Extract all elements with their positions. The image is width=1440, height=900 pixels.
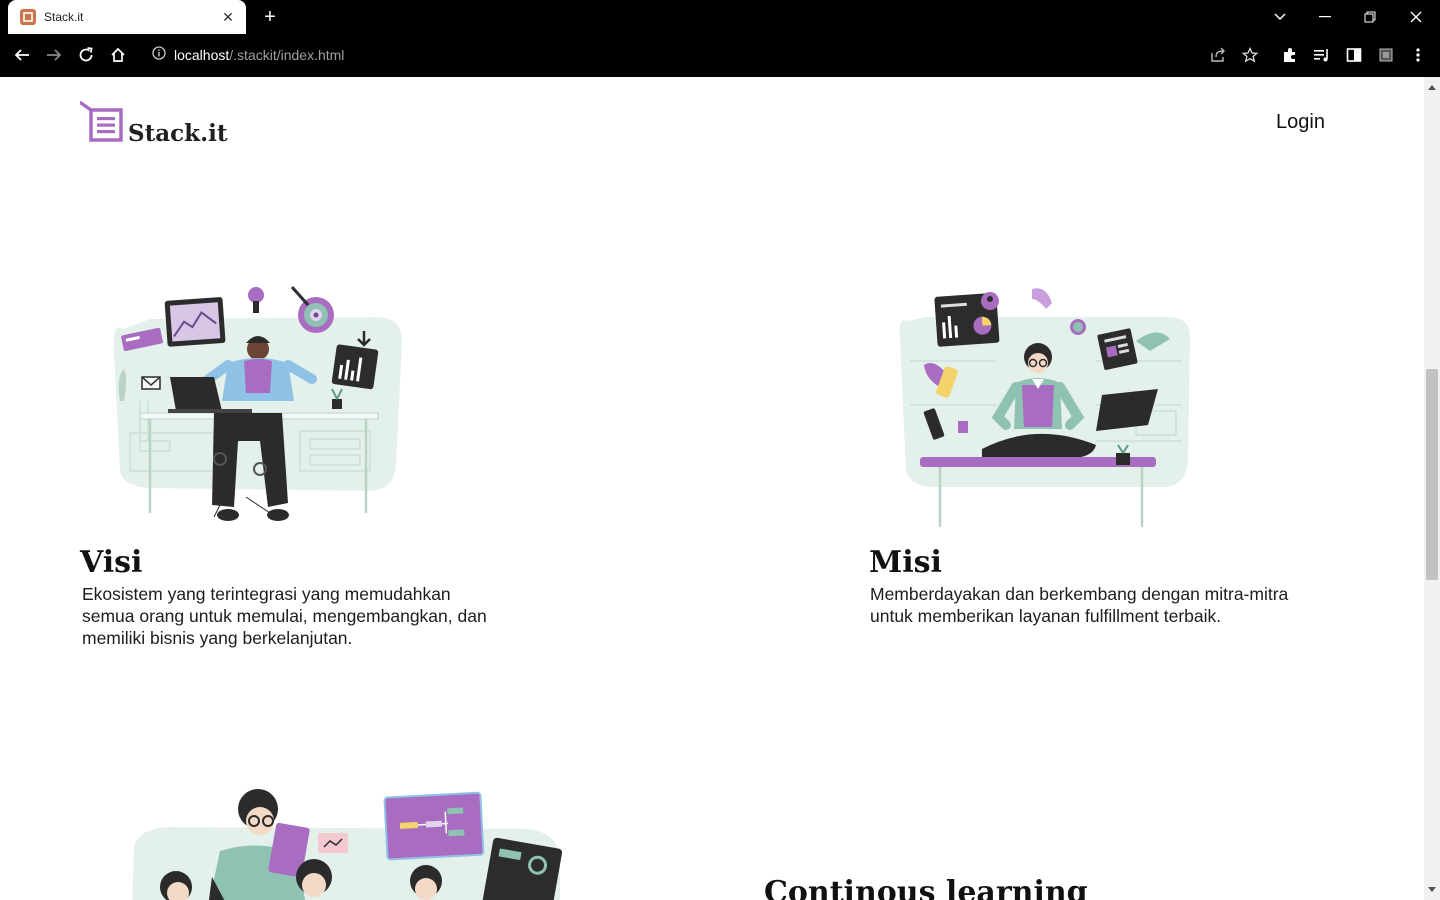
browser-toolbar: localhost/.stackit/index.html bbox=[0, 34, 1440, 77]
site-favicon-icon bbox=[20, 9, 36, 25]
login-link[interactable]: Login bbox=[1276, 111, 1325, 134]
reload-icon[interactable] bbox=[70, 39, 102, 71]
scroll-up-arrow-icon[interactable] bbox=[1424, 79, 1440, 95]
bookmark-star-icon[interactable] bbox=[1234, 39, 1266, 71]
media-control-icon[interactable] bbox=[1306, 39, 1338, 71]
share-icon[interactable] bbox=[1202, 39, 1234, 71]
close-window-icon[interactable] bbox=[1394, 0, 1438, 34]
site-logo[interactable]: Stack.it bbox=[79, 101, 228, 148]
learning-title: Continous learning bbox=[764, 875, 1088, 900]
forward-icon[interactable] bbox=[38, 39, 70, 71]
page-scrollbar[interactable] bbox=[1424, 77, 1440, 900]
close-tab-icon[interactable]: ✕ bbox=[220, 9, 236, 26]
profile-avatar-icon[interactable] bbox=[1370, 39, 1402, 71]
page-viewport: Stack.it Login Visi Ekosistem yang terin… bbox=[0, 77, 1424, 900]
misi-text: Memberdayakan dan berkembang dengan mitr… bbox=[870, 584, 1289, 626]
logo-stack-icon bbox=[79, 101, 124, 148]
misi-illustration bbox=[896, 281, 1196, 536]
minimize-icon[interactable] bbox=[1303, 0, 1347, 34]
browser-menu-icon[interactable] bbox=[1402, 39, 1434, 71]
browser-tab[interactable]: Stack.it ✕ bbox=[8, 0, 246, 34]
visi-illustration bbox=[110, 281, 406, 536]
url-path: /.stackit/index.html bbox=[229, 47, 345, 63]
learning-illustration bbox=[128, 777, 568, 900]
new-tab-button[interactable]: + bbox=[258, 5, 282, 29]
tab-title: Stack.it bbox=[44, 10, 84, 24]
side-panel-icon[interactable] bbox=[1338, 39, 1370, 71]
back-icon[interactable] bbox=[6, 39, 38, 71]
url-host: localhost bbox=[174, 47, 230, 63]
home-icon[interactable] bbox=[102, 39, 134, 71]
tab-strip: Stack.it ✕ + bbox=[0, 0, 1440, 34]
visi-text: Ekosistem yang terintegrasi yang memudah… bbox=[82, 584, 487, 648]
site-info-icon[interactable] bbox=[152, 45, 166, 65]
tab-search-icon[interactable] bbox=[1258, 0, 1302, 34]
scroll-down-arrow-icon[interactable] bbox=[1424, 882, 1440, 898]
url-text: localhost/.stackit/index.html bbox=[174, 47, 344, 63]
visi-title: Visi bbox=[80, 545, 143, 580]
misi-title: Misi bbox=[869, 545, 942, 580]
address-bar[interactable]: localhost/.stackit/index.html bbox=[140, 39, 1240, 71]
extensions-icon[interactable] bbox=[1274, 39, 1306, 71]
brand-name: Stack.it bbox=[128, 120, 228, 147]
scrollbar-thumb[interactable] bbox=[1426, 369, 1438, 580]
restore-icon[interactable] bbox=[1348, 0, 1392, 34]
